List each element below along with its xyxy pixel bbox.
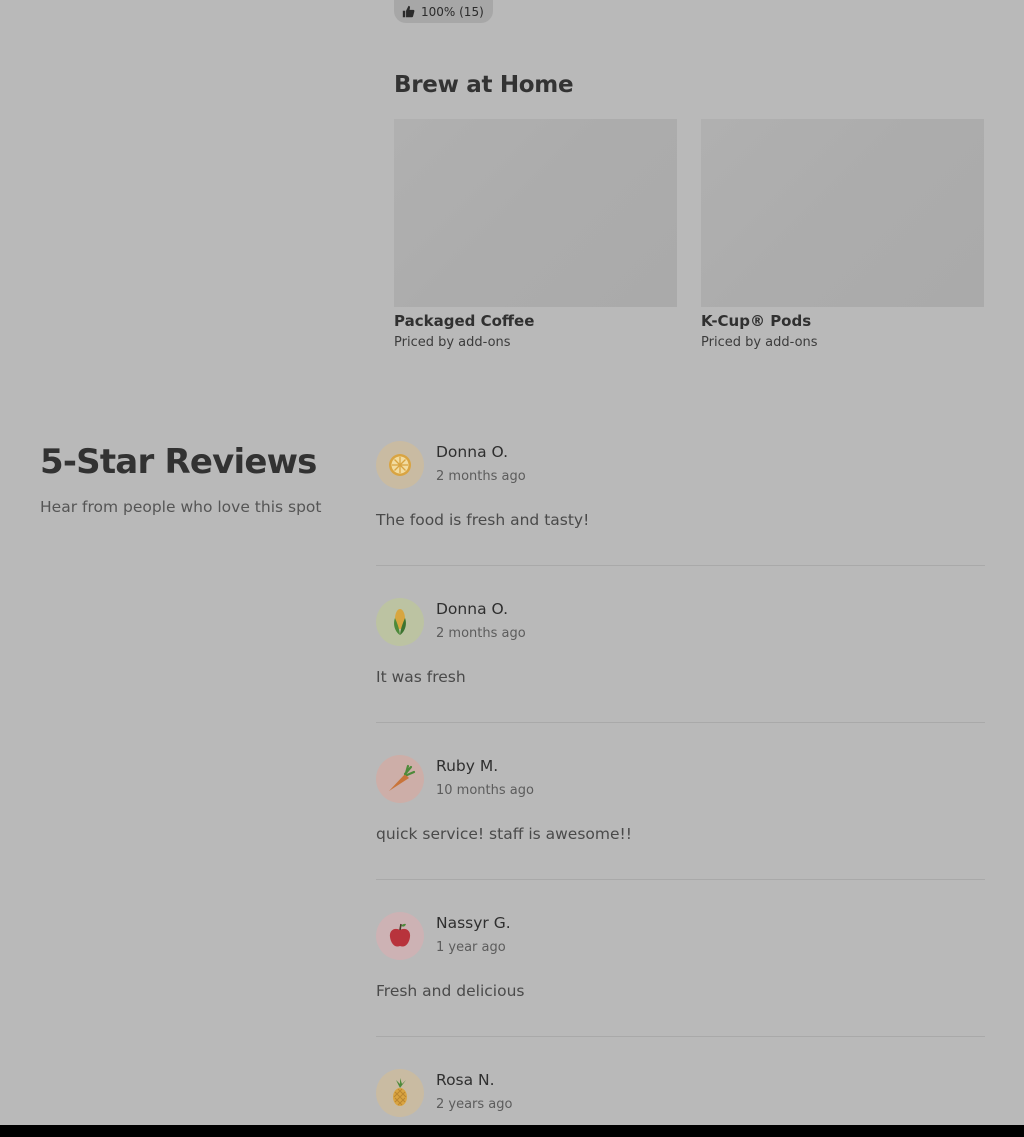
reviews-title: 5-Star Reviews [40, 442, 317, 482]
review-author[interactable]: Ruby M. [436, 757, 498, 775]
product-name: K-Cup® Pods [701, 312, 812, 330]
review-text: quick service! staff is awesome!! [376, 825, 632, 843]
review-author[interactable]: Nassyr G. [436, 914, 511, 932]
lemon-icon [389, 454, 411, 476]
corn-icon [394, 609, 406, 635]
section-title: Brew at Home [394, 72, 574, 98]
avatar [376, 755, 424, 803]
review-text: It was fresh [376, 668, 466, 686]
review-time: 2 months ago [436, 626, 526, 641]
reviews-subtitle: Hear from people who love this spot [40, 498, 322, 516]
carrot-icon [389, 764, 416, 791]
product-price: Priced by add-ons [701, 335, 818, 350]
product-image[interactable] [701, 119, 984, 307]
rating-label: 100% (15) [421, 4, 484, 19]
review-author[interactable]: Donna O. [436, 600, 508, 618]
review-time: 2 years ago [436, 1097, 513, 1112]
review-author[interactable]: Donna O. [436, 443, 508, 461]
product-price: Priced by add-ons [394, 335, 511, 350]
divider [376, 879, 985, 880]
divider [376, 565, 985, 566]
product-name: Packaged Coffee [394, 312, 535, 330]
product-image[interactable] [394, 119, 677, 307]
apple-icon [389, 923, 411, 947]
review-text: Fresh and delicious [376, 982, 525, 1000]
review-time: 2 months ago [436, 469, 526, 484]
rating-badge: 100% (15) [394, 0, 493, 23]
review-time: 1 year ago [436, 940, 506, 955]
product-card[interactable]: K-Cup® Pods Priced by add-ons [701, 119, 984, 350]
thumbs-up-icon [402, 5, 415, 18]
avatar [376, 441, 424, 489]
review-author[interactable]: Rosa N. [436, 1071, 495, 1089]
product-card[interactable]: Packaged Coffee Priced by add-ons [394, 119, 677, 350]
divider [376, 722, 985, 723]
avatar [376, 1069, 424, 1117]
avatar [376, 598, 424, 646]
bottom-bar [0, 1125, 1024, 1137]
avatar [376, 912, 424, 960]
review-time: 10 months ago [436, 783, 534, 798]
divider [376, 1036, 985, 1037]
review-text: The food is fresh and tasty! [376, 511, 590, 529]
pineapple-icon [393, 1078, 407, 1106]
